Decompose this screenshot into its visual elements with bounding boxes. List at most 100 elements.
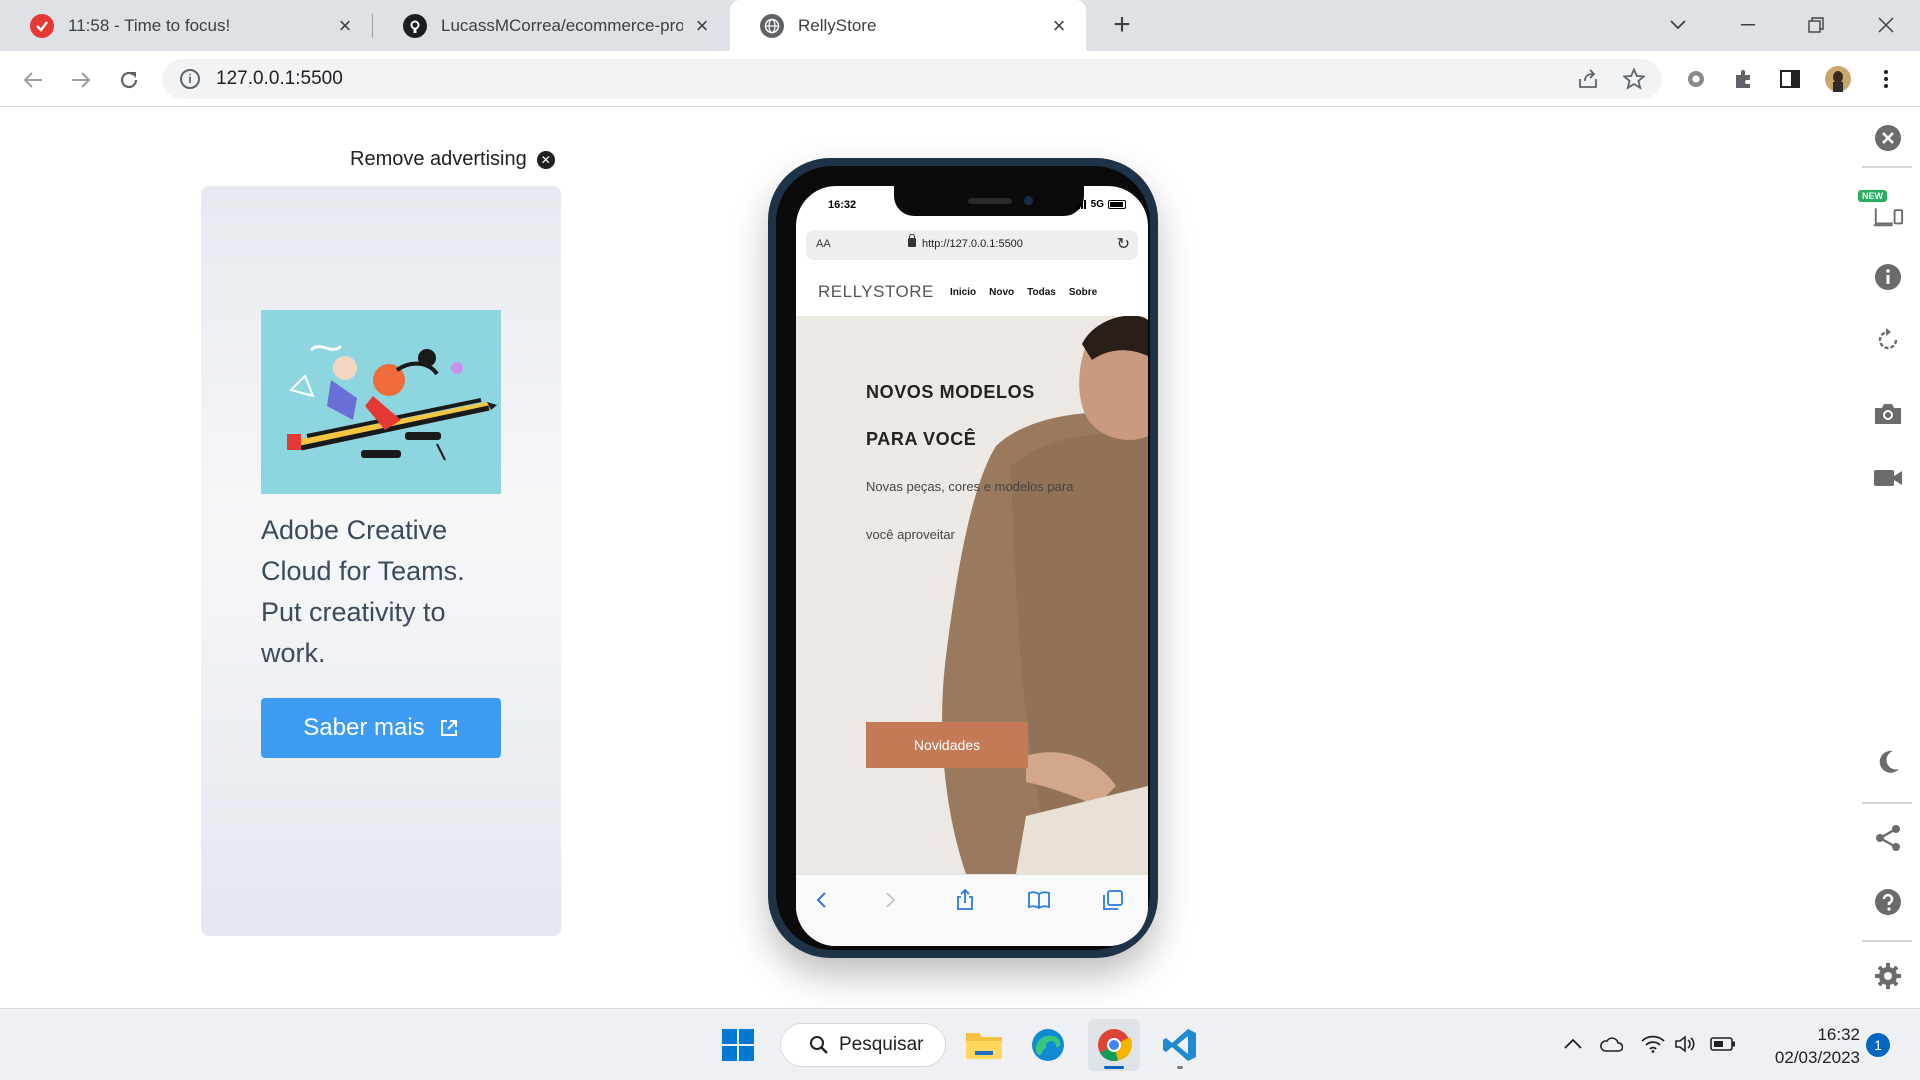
remove-advertising-link[interactable]: Remove advertising ✕ [350,148,555,171]
close-window-icon[interactable] [1866,8,1906,42]
volume-icon[interactable] [1672,1031,1698,1057]
browser-toolbar: i 127.0.0.1:5500 [0,51,1920,107]
phone-screen: 16:32 5G AA http://127.0.0.1:5500 ↻ RELL… [796,186,1148,946]
battery-icon [1108,200,1126,209]
bookmark-star-icon[interactable] [1620,65,1648,93]
close-tab-icon[interactable]: × [334,13,356,38]
close-tab-icon[interactable]: × [1048,13,1070,38]
file-explorer-icon[interactable] [958,1019,1010,1071]
profile-avatar[interactable] [1824,65,1852,93]
onedrive-cloud-icon[interactable] [1598,1031,1624,1057]
windows-start-icon[interactable] [712,1019,764,1071]
phone-bezel: 16:32 5G AA http://127.0.0.1:5500 ↻ RELL… [776,166,1150,950]
phone-notch [894,186,1084,216]
site-logo[interactable]: RELLYSTORE [818,282,934,302]
status-time: 16:32 [828,199,857,211]
site-info-icon[interactable]: i [180,69,200,89]
network-label: 5G [1090,199,1104,210]
rotate-icon[interactable] [1872,324,1904,356]
status-indicators: 5G [1074,199,1126,210]
hero-title-line-1: NOVOS MODELOS [866,382,1035,402]
tab-focus-timer[interactable]: 11:58 - Time to focus! × [0,0,372,51]
close-circle-icon[interactable]: ✕ [536,150,555,169]
safari-forward-icon[interactable] [878,887,904,913]
reload-icon[interactable] [114,65,144,95]
new-tab-button[interactable]: + [1108,10,1136,40]
safari-address-bar[interactable]: AA http://127.0.0.1:5500 ↻ [806,230,1138,260]
settings-icon[interactable] [1872,960,1904,992]
taskbar-clock[interactable]: 16:32 02/03/2023 [1756,1023,1860,1069]
tab-strip: 11:58 - Time to focus! × LucassMCorrea/e… [0,0,1920,51]
nav-link-todas[interactable]: Todas [1027,287,1056,298]
extensions-puzzle-icon[interactable] [1730,65,1758,93]
forward-arrow-icon[interactable] [66,65,96,95]
ad-card: Adobe Creative Cloud for Teams. Put crea… [201,186,561,936]
iphone-frame: 16:32 5G AA http://127.0.0.1:5500 ↻ RELL… [768,158,1158,958]
video-icon[interactable] [1872,462,1904,494]
minimize-icon[interactable] [1728,8,1768,42]
info-icon[interactable] [1872,261,1904,293]
side-panel-icon[interactable] [1776,65,1804,93]
nav-link-novo[interactable]: Novo [989,287,1014,298]
ad-text: Adobe Creative Cloud for Teams. Put crea… [261,515,465,668]
hero-subtitle-line-1: Novas peças, cores e modelos para [866,479,1074,494]
help-icon[interactable] [1872,886,1904,918]
safari-tabs-icon[interactable] [1100,887,1126,913]
restore-icon[interactable] [1796,8,1836,42]
tab-title: 11:58 - Time to focus! [68,15,231,35]
edge-icon[interactable] [1022,1019,1074,1071]
divider [1862,940,1912,942]
hero-banner: NOVOS MODELOS PARA VOCÊ Novas peças, cor… [796,316,1148,874]
tab-github[interactable]: LucassMCorrea/ecommerce-proj × [373,0,729,51]
divider [1862,166,1912,168]
share-page-icon[interactable] [1574,65,1602,93]
saber-mais-button[interactable]: Saber mais [261,698,501,758]
safari-back-icon[interactable] [808,887,834,913]
site-nav-links: Inicio Novo Todas Sobre [950,287,1110,298]
active-app-indicator [1104,1066,1124,1069]
notification-badge[interactable]: 1 [1866,1033,1890,1057]
windows-taskbar: Pesquisar 16:32 02/03/2023 1 [0,1008,1920,1080]
safari-url[interactable]: http://127.0.0.1:5500 [922,238,1023,250]
wifi-icon[interactable] [1640,1031,1666,1057]
chrome-icon[interactable] [1088,1019,1140,1071]
tab-title: LucassMCorrea/ecommerce-proj [441,15,683,35]
hero-subtitle-line-2: você aproveitar [866,527,955,542]
search-icon [810,1036,828,1054]
speaker-grille [968,198,1012,204]
site-header: RELLYSTORE Inicio Novo Todas Sobre [796,272,1148,312]
vscode-icon[interactable] [1154,1019,1206,1071]
camera-icon[interactable] [1872,398,1904,430]
divider [1862,802,1912,804]
novidades-button[interactable]: Novidades [866,722,1028,768]
clock-date: 02/03/2023 [1774,1048,1860,1067]
clock-time: 16:32 [1817,1025,1860,1044]
reader-aa-button[interactable]: AA [816,238,831,250]
check-circle-icon [30,13,54,38]
hero-title-line-2: PARA VOCÊ [866,429,977,449]
nav-link-inicio[interactable]: Inicio [950,287,976,298]
close-tab-icon[interactable]: × [691,13,713,38]
taskbar-search[interactable]: Pesquisar [780,1023,946,1067]
extension-gear-icon[interactable] [1682,65,1710,93]
moon-icon[interactable] [1872,746,1904,778]
share-icon[interactable] [1872,822,1904,854]
remove-advertising-label: Remove advertising [350,148,527,170]
responsive-devices-icon[interactable] [1872,198,1904,230]
address-url[interactable]: 127.0.0.1:5500 [216,68,343,90]
nav-link-sobre[interactable]: Sobre [1069,287,1097,298]
back-arrow-icon[interactable] [18,65,48,95]
globe-icon [760,13,784,38]
tab-search-icon[interactable] [1658,8,1698,42]
safari-share-icon[interactable] [952,887,978,913]
battery-icon[interactable] [1710,1031,1736,1057]
more-menu-icon[interactable] [1872,65,1900,93]
front-camera [1024,196,1033,205]
address-bar[interactable]: i 127.0.0.1:5500 [162,59,1662,99]
close-icon[interactable] [1872,122,1904,154]
running-app-indicator [1177,1066,1183,1069]
tab-rellystore[interactable]: RellyStore × [730,0,1086,51]
safari-bookmarks-icon[interactable] [1026,887,1052,913]
safari-reload-icon[interactable]: ↻ [1117,234,1130,254]
chevron-up-icon[interactable] [1560,1031,1586,1057]
